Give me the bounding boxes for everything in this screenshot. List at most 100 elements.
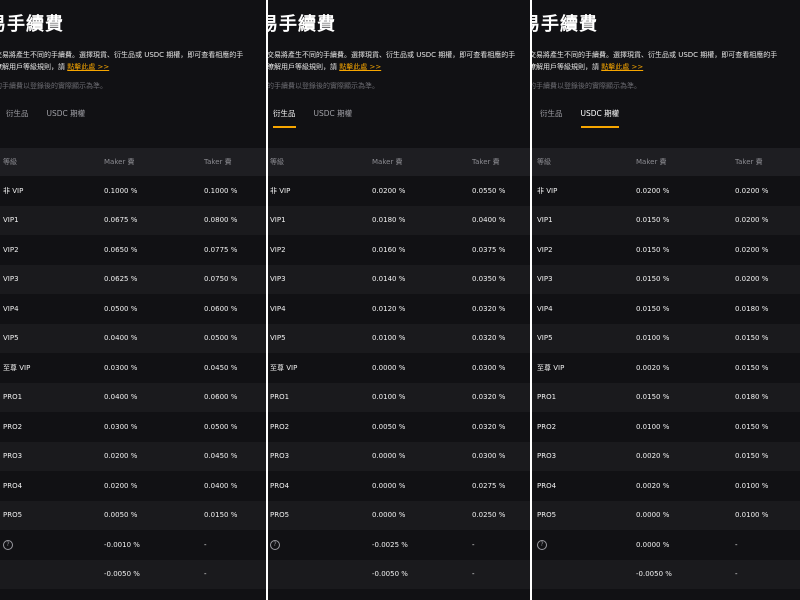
fee-panel-1: 易手續費的交易將產生不同的手續費。選擇現貨、衍生品或 USDC 期權，即可查看相…	[0, 0, 266, 600]
help-icon[interactable]: ?	[270, 539, 280, 550]
level-cell: VIP4	[3, 304, 19, 313]
table-row: PRO4 0.0000 % 0.0275 %	[268, 471, 530, 501]
description-line-2: 步瞭解用戶等級規則，請 點擊此處 >>	[532, 61, 777, 73]
header-maker-fee: Maker 費	[104, 158, 135, 166]
taker-fee-cell: 0.0200 %	[735, 275, 769, 284]
table-row: 非 VIP 0.0200 % 0.0200 %	[532, 176, 800, 206]
header-level: 等級	[270, 158, 284, 166]
level-cell: VIP5	[537, 334, 553, 343]
maker-fee-cell: 0.0000 %	[372, 511, 406, 520]
level-cell: VIP1	[3, 216, 19, 225]
level-cell: VIP3	[3, 275, 19, 284]
taker-fee-cell: 0.0300 %	[472, 363, 506, 372]
help-icon[interactable]: ?	[3, 539, 13, 550]
taker-fee-cell: 0.0550 %	[472, 186, 506, 195]
maker-fee-cell: 0.0100 %	[636, 422, 670, 431]
table-row: PRO2 0.0300 % 0.0500 %	[0, 412, 266, 442]
level-cell: ?	[537, 530, 547, 560]
level-cell: PRO4	[3, 481, 23, 490]
level-cell: VIP2	[3, 245, 19, 254]
table-row: -0.0050 % -	[532, 559, 800, 589]
table-row: PRO3 0.0000 % 0.0300 %	[268, 441, 530, 471]
taker-fee-cell: 0.0450 %	[204, 452, 238, 461]
description-line-2-text: 步瞭解用戶等級規則，請	[268, 63, 337, 71]
table-header: 等級 Maker 費 Taker 費	[268, 148, 530, 176]
maker-fee-cell: 0.0140 %	[372, 275, 406, 284]
table-row: ? -0.0025 % -	[268, 530, 530, 560]
fee-panel-2: 易手續費的交易將產生不同的手續費。選擇現貨、衍生品或 USDC 期權，即可查看相…	[268, 0, 530, 600]
fee-description: 的交易將產生不同的手續費。選擇現貨、衍生品或 USDC 期權，即可查看相應的手步…	[0, 49, 243, 73]
maker-fee-cell: 0.0675 %	[104, 216, 138, 225]
maker-fee-cell: -0.0050 %	[104, 570, 140, 579]
header-taker-fee: Taker 費	[735, 158, 763, 166]
taker-fee-cell: 0.0150 %	[735, 422, 769, 431]
taker-fee-cell: -	[472, 570, 475, 579]
table-row: PRO2 0.0050 % 0.0320 %	[268, 412, 530, 442]
maker-fee-cell: -0.0050 %	[636, 570, 672, 579]
maker-fee-cell: 0.0100 %	[372, 393, 406, 402]
description-line-2: 步瞭解用戶等級規則，請 點擊此處 >>	[0, 61, 243, 73]
tab-usdc-options[interactable]: USDC 期權	[314, 108, 353, 125]
taker-fee-cell: 0.0250 %	[472, 511, 506, 520]
level-cell: VIP3	[537, 275, 553, 284]
level-cell: 非 VIP	[270, 186, 291, 195]
maker-fee-cell: 0.0000 %	[372, 363, 406, 372]
maker-fee-cell: 0.0150 %	[636, 304, 670, 313]
header-taker-fee: Taker 費	[204, 158, 232, 166]
level-cell: PRO1	[3, 393, 23, 402]
table-row: -0.0050 % -	[0, 559, 266, 589]
page-title: 易手續費	[268, 14, 336, 35]
table-row: 至尊 VIP 0.0020 % 0.0150 %	[532, 353, 800, 383]
table-row: PRO4 0.0200 % 0.0400 %	[0, 471, 266, 501]
help-icon[interactable]: ?	[537, 539, 547, 550]
level-cell: VIP1	[270, 216, 286, 225]
level-cell: PRO2	[270, 422, 290, 431]
taker-fee-cell: 0.0100 %	[735, 481, 769, 490]
fee-note: 欲的手續費以登錄後的實際顯示為準。	[0, 82, 107, 90]
taker-fee-cell: 0.0400 %	[204, 481, 238, 490]
table-row: PRO5 0.0000 % 0.0100 %	[532, 500, 800, 530]
taker-fee-cell: 0.0150 %	[735, 334, 769, 343]
maker-fee-cell: 0.0160 %	[372, 245, 406, 254]
user-level-rules-link[interactable]: 點擊此處 >>	[601, 63, 643, 71]
maker-fee-cell: 0.0150 %	[636, 245, 670, 254]
tab-derivatives[interactable]: 衍生品	[540, 108, 563, 125]
maker-fee-cell: -0.0050 %	[372, 570, 408, 579]
taker-fee-cell: 0.0200 %	[735, 186, 769, 195]
table-row: VIP1 0.0180 % 0.0400 %	[268, 205, 530, 235]
maker-fee-cell: 0.0000 %	[636, 540, 670, 549]
taker-fee-cell: 0.0150 %	[735, 452, 769, 461]
fee-note: 欲的手續費以登錄後的實際顯示為準。	[268, 82, 379, 90]
product-tabs: 衍生品 USDC 期權	[6, 108, 103, 130]
product-tabs: 衍生品 USDC 期權	[540, 108, 637, 130]
taker-fee-cell: 0.0150 %	[735, 363, 769, 372]
header-maker-fee: Maker 費	[636, 158, 667, 166]
tab-usdc-options[interactable]: USDC 期權	[47, 108, 86, 125]
table-row: ? 0.0000 % -	[532, 530, 800, 560]
taker-fee-cell: 0.0600 %	[204, 304, 238, 313]
tab-derivatives[interactable]: 衍生品	[6, 108, 29, 125]
table-row: VIP4 0.0120 % 0.0320 %	[268, 294, 530, 324]
table-row: PRO1 0.0100 % 0.0320 %	[268, 382, 530, 412]
tab-derivatives[interactable]: 衍生品	[273, 108, 296, 128]
user-level-rules-link[interactable]: 點擊此處 >>	[67, 63, 109, 71]
maker-fee-cell: 0.0100 %	[636, 334, 670, 343]
taker-fee-cell: 0.0775 %	[204, 245, 238, 254]
level-cell: PRO1	[270, 393, 290, 402]
taker-fee-cell: -	[735, 540, 738, 549]
product-tabs: 衍生品 USDC 期權	[273, 108, 370, 130]
level-cell: PRO4	[270, 481, 290, 490]
maker-fee-cell: 0.0200 %	[636, 186, 670, 195]
tab-usdc-options[interactable]: USDC 期權	[580, 108, 619, 128]
maker-fee-cell: 0.0400 %	[104, 393, 138, 402]
maker-fee-cell: 0.0400 %	[104, 334, 138, 343]
maker-fee-cell: 0.0625 %	[104, 275, 138, 284]
fee-panel-3: 易手續費的交易將產生不同的手續費。選擇現貨、衍生品或 USDC 期權，即可查看相…	[532, 0, 800, 600]
maker-fee-cell: 0.0000 %	[636, 511, 670, 520]
maker-fee-cell: -0.0010 %	[104, 540, 140, 549]
user-level-rules-link[interactable]: 點擊此處 >>	[339, 63, 381, 71]
fee-description: 的交易將產生不同的手續費。選擇現貨、衍生品或 USDC 期權，即可查看相應的手步…	[268, 49, 515, 73]
taker-fee-cell: 0.0600 %	[204, 393, 238, 402]
level-cell: VIP3	[270, 275, 286, 284]
table-row: PRO5 0.0000 % 0.0250 %	[268, 500, 530, 530]
